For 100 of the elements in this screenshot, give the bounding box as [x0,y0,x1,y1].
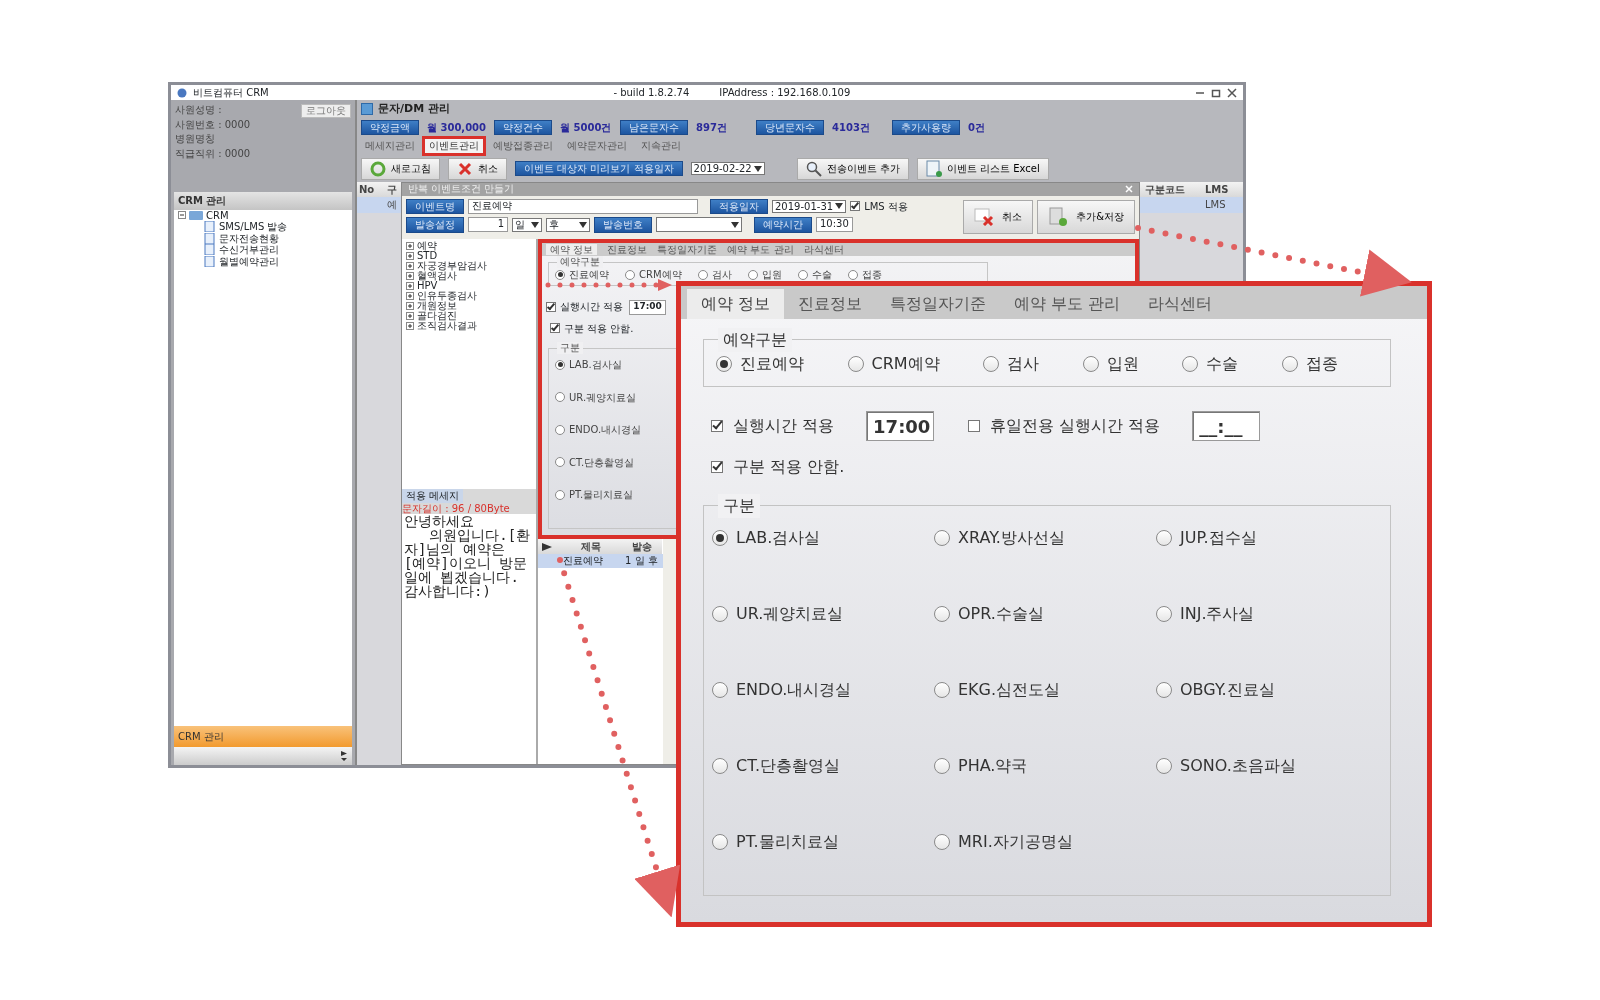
tab[interactable]: 특정일자기준 [876,289,1001,319]
dropdown-arrow-icon [753,165,762,172]
radio-button[interactable] [934,606,950,622]
tree-item[interactable]: 수신거부관리 [219,244,279,256]
tab[interactable]: 라식센터 [803,243,844,256]
time-field[interactable]: __:__ [1192,411,1261,441]
document-icon [204,221,216,233]
checkbox[interactable] [711,461,723,473]
time-field[interactable]: 17:00 [866,411,935,441]
radio-button[interactable] [847,269,858,280]
radio-button[interactable] [555,424,565,435]
radio-button[interactable] [555,269,565,280]
tab[interactable]: 지속관리 [637,139,685,153]
tab[interactable]: 예약 부도 관리 [1000,289,1135,319]
checkbox-label: 구분 적용 안함. [733,456,845,478]
message-text[interactable]: 안녕하세요 의원입니다.[환자]님의 예약은 [예약]이오니 방문일에 뵙겠습니다. 감사합니다:) [402,514,536,764]
tree-item[interactable]: 혈액검사 [417,270,457,281]
dropdown-arrow-icon [531,221,539,228]
radio-button[interactable] [1156,682,1172,698]
cancel-button[interactable]: 취소 [448,157,507,180]
radio-button[interactable] [712,530,728,546]
tab[interactable]: 라식센터 [1134,289,1227,319]
tree-item[interactable]: 자궁경부암검사 [417,260,487,271]
checkbox-label: 실행시간 적용 [560,301,624,313]
checkbox[interactable] [850,201,861,212]
tab[interactable]: 메세지관리 [361,139,419,153]
time-field[interactable]: 10:30 [816,217,853,233]
radio-button[interactable] [625,269,635,280]
checkbox[interactable] [968,420,981,432]
tab[interactable]: 이벤트관리 [425,139,483,153]
tab[interactable]: 예약 정보 [687,289,785,319]
radio-button[interactable] [747,269,758,280]
radio-button[interactable] [1156,758,1172,774]
number-field[interactable]: 1 [468,217,508,233]
tab[interactable]: 예약 정보 [546,243,598,256]
tab[interactable]: 특정일자기준 [657,243,718,256]
checkbox[interactable] [546,302,556,313]
radio-label: 입원 [1106,353,1139,375]
radio-button[interactable] [1156,606,1172,622]
radio-button[interactable] [934,682,950,698]
checkbox[interactable] [711,420,723,432]
tree-item[interactable]: 문자전송현황 [219,232,279,244]
radio-button[interactable] [555,457,565,468]
tab[interactable]: 예약문자관리 [563,139,631,153]
radio-label: 입원 [761,269,782,281]
radio-button[interactable] [712,758,728,774]
radio-button[interactable] [716,356,732,372]
tree-item[interactable]: 월별예약관리 [219,255,279,267]
close-icon [1227,87,1237,98]
checkbox[interactable] [550,323,560,334]
refresh-button[interactable]: 새로고침 [361,157,440,180]
radio-button[interactable] [712,834,728,850]
radio-button[interactable] [797,269,808,280]
dropdown[interactable] [656,217,742,233]
radio-button[interactable] [555,359,565,370]
tab[interactable]: 예약 부도 관리 [727,243,794,256]
tree-item[interactable]: 조직검사결과 [417,320,477,331]
radio-button[interactable] [712,682,728,698]
radio-button[interactable] [934,834,950,850]
time-field[interactable]: 17:00 [629,299,666,315]
panel-footer-bar[interactable]: CRM 관리 [174,725,352,747]
tab[interactable]: 진료정보 [607,243,648,256]
radio-button[interactable] [555,392,565,403]
tree-item[interactable]: 인유두종검사 [417,290,477,301]
save-button[interactable]: 추가&저장 [1037,200,1135,235]
tree-item[interactable]: CRM [206,209,229,221]
message-length: 문자길이 : 96 / 80Byte [402,502,510,514]
tab[interactable]: 예방접종관리 [489,139,557,153]
checkbox-label: 휴일전용 실행시간 적용 [990,415,1161,437]
radio-label: 진료예약 [740,353,804,375]
radio-button[interactable] [1082,356,1099,372]
date-dropdown[interactable]: 2019-01-31 [772,199,847,214]
tree-item[interactable]: HPV [417,280,438,291]
radio-button[interactable] [983,356,1000,372]
tab[interactable]: 진료정보 [784,289,877,319]
tree-item[interactable]: SMS/LMS 발송 [219,221,288,233]
text-field[interactable]: 진료예약 [468,198,698,214]
radio-button[interactable] [1156,530,1172,546]
tree-item[interactable]: 예약 [417,240,437,251]
add-event-button[interactable]: 전송이벤트 추가 [796,157,909,180]
radio-button[interactable] [555,489,565,500]
dialog-title: 반복 이벤트조건 만들기 [408,183,515,195]
excel-button[interactable]: 이벤트 리스트 Excel [916,157,1049,180]
dropdown[interactable]: 후 [546,218,590,232]
tree-item[interactable]: STD [417,250,438,261]
radio-button[interactable] [934,530,950,546]
radio-button[interactable] [847,356,864,372]
radio-button[interactable] [1282,356,1298,372]
date-dropdown[interactable]: 2019-02-22 [690,161,765,176]
dropdown[interactable]: 일 [512,218,542,232]
radio-button[interactable] [712,606,728,622]
stat-value: 0건 [968,121,986,134]
tree-item[interactable]: 골다검진 [417,310,457,321]
checkbox-label: LMS 적용 [864,200,908,213]
radio-button[interactable] [1182,356,1199,372]
tree-item[interactable]: 개원정보 [417,300,457,311]
radio-button[interactable] [697,269,708,280]
radio-button[interactable] [934,758,950,774]
logout-button[interactable]: 로그아웃 [301,104,351,118]
cancel-button[interactable]: 취소 [963,200,1034,235]
